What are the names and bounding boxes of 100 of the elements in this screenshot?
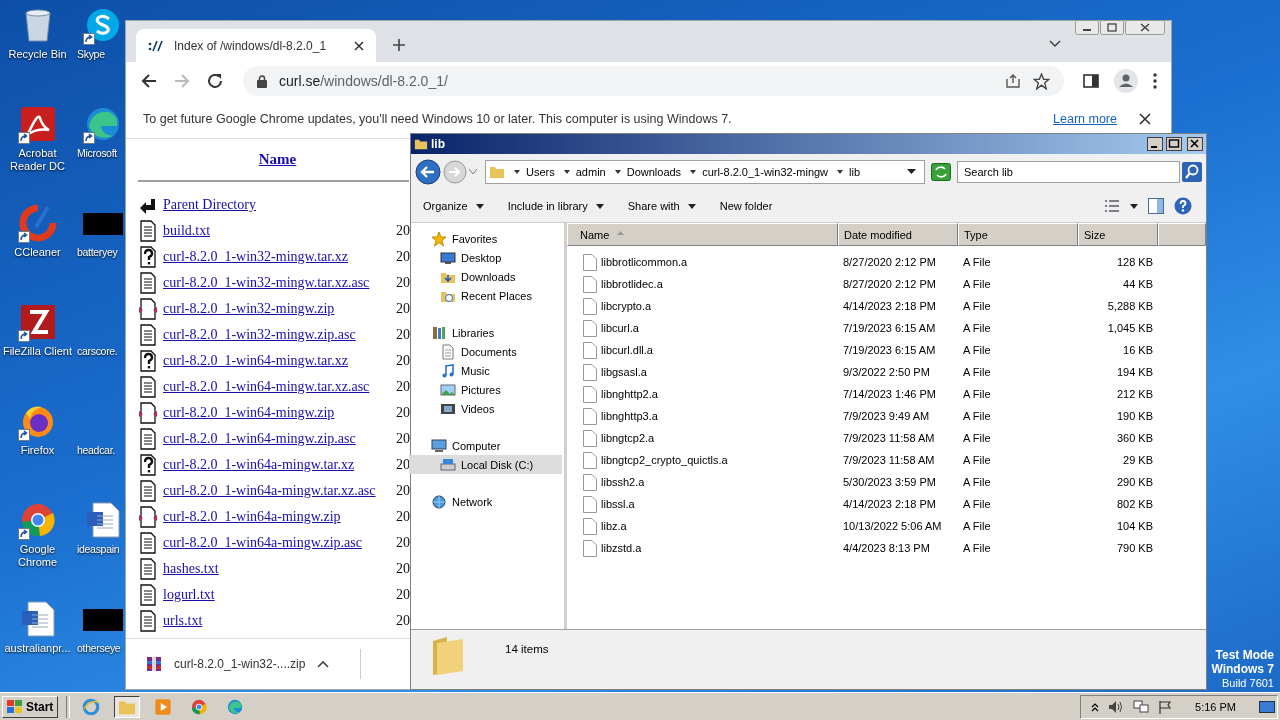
file-link[interactable]: build.txt [163,223,396,239]
column-header[interactable]: Name [567,223,838,246]
share-icon[interactable] [1005,73,1021,89]
caret-up-icon[interactable] [317,660,330,668]
nav-tree-item[interactable]: Downloads [409,267,562,286]
desktop-icon-label[interactable]: carscore. [77,345,118,358]
new-tab-icon[interactable] [392,38,406,52]
nav-tree-item[interactable]: Favorites [429,229,562,248]
preview-pane-icon[interactable] [1148,198,1164,214]
back-icon[interactable] [415,159,441,185]
file-name[interactable]: libssl.a [601,498,635,510]
desktop-icon-label[interactable]: Skype [77,48,105,61]
toolbar-button[interactable]: Share with [621,197,702,215]
address-bar[interactable]: curl.se/windows/dl-8.2.0_1/ [243,66,1064,96]
file-link[interactable]: curl-8.2.0_1-win64-mingw.tar.xz.asc [163,379,396,395]
file-link[interactable]: curl-8.2.0_1-win64a-mingw.tar.xz [163,457,396,473]
toolbar-button[interactable]: Organize [417,197,490,215]
view-list-icon[interactable] [1104,199,1120,213]
desktop-icon-label[interactable]: Microsoft [77,147,117,160]
file-name[interactable]: libnghttp3.a [601,410,658,422]
show-desktop-icon[interactable] [1259,698,1275,715]
close-icon[interactable] [1187,137,1203,151]
address-bar[interactable]: Users admin Downloads curl-8.2.0_1-win32-mingw lib [485,160,925,184]
name-column-link[interactable]: Name [258,151,297,168]
dropdown-arrow-icon[interactable] [907,169,916,175]
nav-tree-item[interactable]: Music [409,361,562,380]
desktop-icon-label[interactable]: CCleaner [1,246,74,259]
file-link[interactable]: curl-8.2.0_1-win64a-mingw.tar.xz.asc [163,483,396,499]
file-link[interactable]: urls.txt [163,613,396,629]
help-icon[interactable] [1174,197,1192,215]
file-link[interactable]: curl-8.2.0_1-win64a-mingw.zip [163,509,396,525]
nav-tree-item[interactable]: Computer [429,436,562,455]
file-name[interactable]: libzstd.a [601,542,642,554]
file-link[interactable]: curl-8.2.0_1-win32-mingw.tar.xz.asc [163,275,396,291]
search-icon[interactable] [1182,162,1202,182]
close-icon[interactable] [1125,20,1165,35]
desktop-icon-label[interactable]: Acrobat Reader DC [1,147,74,173]
file-link[interactable]: curl-8.2.0_1-win64-mingw.tar.xz [163,353,396,369]
desktop-icon-label[interactable]: headcar. [77,444,115,457]
nav-tree-item[interactable]: Libraries [429,323,562,342]
nav-tree-item[interactable]: Pictures [409,380,562,399]
desktop-icon-label[interactable]: FileZilla Client [1,345,74,358]
file-link[interactable]: curl-8.2.0_1-win64-mingw.zip [163,405,396,421]
clock[interactable]: 5:16 PM [1195,700,1236,713]
maximize-icon[interactable] [1166,137,1182,151]
speaker-icon[interactable] [1108,699,1125,714]
file-name[interactable]: libbrotlidec.a [601,278,663,290]
file-link[interactable]: curl-8.2.0_1-win32-mingw.zip [163,301,396,317]
refresh-icon[interactable] [931,163,951,181]
column-header[interactable]: Size [1078,223,1158,246]
nav-tree-item[interactable]: Recent Places [409,286,562,305]
file-link[interactable]: logurl.txt [163,587,396,603]
nav-tree-item[interactable]: Network [429,492,562,511]
taskbar-button[interactable] [114,695,141,718]
menu-icon[interactable] [1153,73,1157,89]
minimize-icon[interactable] [1147,137,1163,151]
column-header[interactable]: Type [958,223,1078,246]
nav-tree-item[interactable]: Local Disk (C:) [409,455,562,474]
reload-icon[interactable] [206,72,224,90]
close-icon[interactable] [1139,113,1151,125]
nav-tree-item[interactable]: Videos [409,399,562,418]
start-button[interactable]: Start [2,695,59,718]
learn-more-link[interactable]: Learn more [1053,112,1117,126]
search-field[interactable]: Search lib [957,161,1180,183]
toolbar-button[interactable]: New folder [713,197,779,215]
star-icon[interactable] [1033,72,1050,90]
desktop-icon-label[interactable]: otherseye [77,642,121,655]
file-link[interactable]: curl-8.2.0_1-win32-mingw.zip.asc [163,327,396,343]
file-name[interactable]: libgsasl.a [601,366,647,378]
dropdown-arrow-icon[interactable] [1130,203,1138,209]
desktop-icon-label[interactable]: batteryey [77,246,118,259]
nav-tree-item[interactable]: Desktop [409,248,562,267]
brush-logo-icon[interactable] [17,203,58,243]
file-link[interactable]: Parent Directory [163,197,396,213]
flag-icon[interactable] [1158,699,1173,714]
side-panel-icon[interactable] [1083,73,1099,89]
file-name[interactable]: libngtcp2.a [601,432,655,444]
network-icon[interactable] [1133,699,1150,714]
browser-tab[interactable]: Index of /windows/dl-8.2.0_1 [136,29,376,62]
file-name[interactable]: libnghttp2.a [601,388,658,400]
file-name[interactable]: libbrotlicommon.a [601,256,688,268]
profile-icon[interactable] [1114,69,1138,93]
file-link[interactable]: hashes.txt [163,561,396,577]
file-name[interactable]: libz.a [601,520,627,532]
chevron-down-icon[interactable] [1049,40,1061,48]
file-name[interactable]: libcurl.a [601,322,639,334]
desktop-icon-label[interactable]: australianpr... [1,642,74,655]
file-link[interactable]: curl-8.2.0_1-win64-mingw.zip.asc [163,431,396,447]
desktop-icon-label[interactable]: Google Chrome [1,543,74,569]
toolbar-button[interactable]: Include in library [501,197,610,215]
file-link[interactable]: curl-8.2.0_1-win32-mingw.tar.xz [163,249,396,265]
column-header[interactable]: Date modified [838,223,958,246]
desktop-icon-label[interactable]: ideaspain [77,543,120,556]
file-name[interactable]: libssh2.a [601,476,645,488]
file-link[interactable]: curl-8.2.0_1-win64a-mingw.zip.asc [163,535,396,551]
download-item[interactable]: curl-8.2.0_1-win32-....zip [146,656,346,672]
minimize-icon[interactable] [1075,20,1099,35]
desktop-icon-label[interactable]: Firefox [1,444,74,457]
file-name[interactable]: libngtcp2_crypto_quictls.a [601,454,728,466]
desktop-icon-label[interactable]: Recycle Bin [1,48,74,61]
